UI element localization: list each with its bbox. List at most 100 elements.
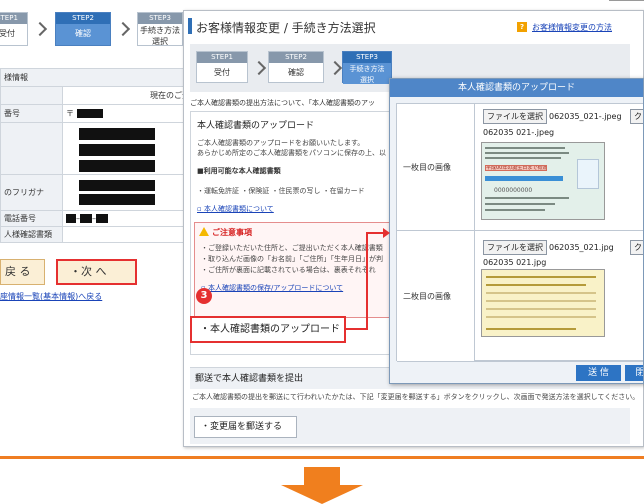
table-cell: 〒 xyxy=(62,104,194,123)
upload-section-title: 本人確認書類のアップロード xyxy=(197,121,315,131)
table-cell xyxy=(62,174,194,211)
bg-step-1: STEP1 受付 xyxy=(0,12,28,46)
card-text-line xyxy=(486,276,596,278)
card-blue-stripe xyxy=(485,176,563,181)
preview-file-name: 062035 021.jpg xyxy=(483,258,547,267)
image-row-label: 一枚目の画像 xyxy=(397,104,475,230)
image-row-label: 二枚目の画像 xyxy=(397,231,475,361)
card-validity-banner: 平成00年の誕生日まで有効 xyxy=(485,165,547,171)
card-text-line xyxy=(486,284,586,286)
upload-documents-button[interactable]: ・本人確認書類のアップロード xyxy=(190,316,346,343)
card-text-line xyxy=(485,197,569,199)
table-row-label: 人様確認書類 xyxy=(0,226,63,243)
mail-section-description: ご本人確認書類の提出を郵送にて行われいたかたは、下記「変更届を郵送する」ボタンを… xyxy=(192,393,640,401)
dialog-title: 本人確認書類のアップロード xyxy=(390,79,643,97)
card-text-line xyxy=(486,316,596,318)
title-accent-bar xyxy=(188,18,192,34)
step-1-number: STEP1 xyxy=(197,52,247,63)
chevron-right-icon xyxy=(327,60,343,76)
table-cell: – – xyxy=(62,210,194,227)
bg-step-2-label: 確認 xyxy=(56,24,110,45)
connector-line xyxy=(366,232,368,330)
step-2-number: STEP2 xyxy=(269,52,323,63)
arrow-right-icon xyxy=(383,228,390,238)
table-column-header: 現在のご登 xyxy=(62,86,194,105)
upload-description: あらかじめ所定のご本人確認書類をパソコンに保存の上、以 xyxy=(197,149,386,157)
redacted-block xyxy=(96,214,108,223)
choose-file-button[interactable]: ファイルを選択 xyxy=(483,240,547,255)
page-title: お客様情報変更 / 手続き方法選択 xyxy=(196,21,376,35)
card-text-line xyxy=(485,203,555,205)
redacted-block xyxy=(66,214,76,223)
table-row-label: のフリガナ xyxy=(0,174,63,211)
about-documents-link[interactable]: ▫ 本人確認書類について xyxy=(197,204,274,214)
selected-file-name: 062035_021-.jpeg xyxy=(549,112,622,121)
table-row-label: 電話番号 xyxy=(0,210,63,227)
table-row-label: 番号 xyxy=(0,104,63,123)
table-cell xyxy=(0,86,63,105)
clear-button[interactable]: クリ xyxy=(630,109,643,124)
warning-icon xyxy=(199,227,209,236)
caution-line: ・ご登録いただいた住所と、ご提出いただく本人確認書類 xyxy=(201,244,383,252)
connector-line xyxy=(346,328,368,330)
step-3: STEP3 手続き方法選択 xyxy=(342,51,392,84)
intro-text: ご本人確認書類の提出方法について、「本人確認書類のアッ xyxy=(190,99,375,107)
account-info-list-link[interactable]: 座情報一覧(基本情報)へ戻る xyxy=(0,291,102,302)
dialog-body: 一枚目の画像 ファイルを選択 062035_021-.jpeg クリ 06203… xyxy=(396,103,643,362)
background-window: STEP1 受付 STEP2 確認 STEP3 手続き方法選択 様情報 現在のご… xyxy=(0,0,200,318)
arrow-head xyxy=(281,485,363,504)
step-2: STEP2 確認 xyxy=(268,51,324,83)
table-cell xyxy=(62,226,194,243)
caution-line: ・取り込んだ画像の「お名前」「ご住所」「生年月日」が判 xyxy=(201,255,383,263)
card-text-line xyxy=(485,152,569,154)
redacted-block xyxy=(79,194,155,205)
bg-step-2: STEP2 確認 xyxy=(55,12,111,46)
next-button[interactable]: ・次 へ xyxy=(56,259,137,285)
customer-info-table: 様情報 現在のご登 番号 〒 のフリガナ 電話番号 – – 人様確認書類 xyxy=(0,68,194,243)
down-arrow-icon xyxy=(281,467,363,504)
selected-file-name: 062035_021.jpg xyxy=(549,243,614,252)
available-documents-title: ■利用可能な本人確認書類 xyxy=(197,167,281,175)
redacted-block xyxy=(79,159,155,172)
chevron-right-icon xyxy=(32,21,48,37)
card-text-line xyxy=(485,157,561,159)
card-text-line xyxy=(485,147,565,149)
card-text-line xyxy=(486,292,596,294)
license-card-preview: 平成00年の誕生日まで有効 0000000000 xyxy=(481,142,605,220)
step-3-number: STEP3 xyxy=(343,52,391,63)
top-edge-rule xyxy=(609,0,644,1)
chevron-right-icon xyxy=(251,60,267,76)
upload-description: ご本人確認書類のアップロードをお願いいたします。 xyxy=(197,139,365,147)
card-text-line xyxy=(485,209,545,211)
clear-button[interactable]: クリ xyxy=(630,240,643,255)
mail-change-form-button[interactable]: ・変更届を郵送する xyxy=(194,416,297,438)
help-link[interactable]: お客様情報変更の方法 xyxy=(532,22,612,33)
bg-step-1-label: 受付 xyxy=(0,29,15,38)
step-1: STEP1 受付 xyxy=(196,51,248,83)
choose-file-button[interactable]: ファイルを選択 xyxy=(483,109,547,124)
card-back-preview xyxy=(481,269,605,337)
bg-step-1-number: STEP1 xyxy=(0,13,27,24)
redacted-block xyxy=(79,143,155,156)
redacted-block xyxy=(79,180,155,191)
arrow-shaft xyxy=(304,467,340,485)
chevron-right-icon xyxy=(115,21,131,37)
step-2-label: 確認 xyxy=(288,68,304,77)
card-text-line xyxy=(486,300,596,302)
save-upload-guide-link-label: 本人確認書類の保存/アップロードについて xyxy=(207,284,344,292)
bg-step-3: STEP3 手続き方法選択 xyxy=(137,12,183,46)
back-button[interactable]: 戻 る xyxy=(0,259,45,285)
close-dialog-button[interactable]: 閉 xyxy=(625,365,643,381)
bg-step-3-number: STEP3 xyxy=(138,13,182,24)
step-3-label: 手続き方法選択 xyxy=(343,63,391,84)
section-divider xyxy=(0,456,644,459)
postal-mark: 〒 xyxy=(66,109,74,118)
send-button[interactable]: 送 信 xyxy=(576,365,621,381)
card-photo xyxy=(577,159,599,189)
redacted-block xyxy=(76,109,103,118)
save-upload-guide-link[interactable]: ▫ 本人確認書類の保存/アップロードについて xyxy=(201,283,343,293)
card-text-line xyxy=(486,328,576,330)
caution-title: ご注意事項 xyxy=(199,227,252,238)
redacted-block xyxy=(79,127,155,140)
redacted-block xyxy=(80,214,92,223)
